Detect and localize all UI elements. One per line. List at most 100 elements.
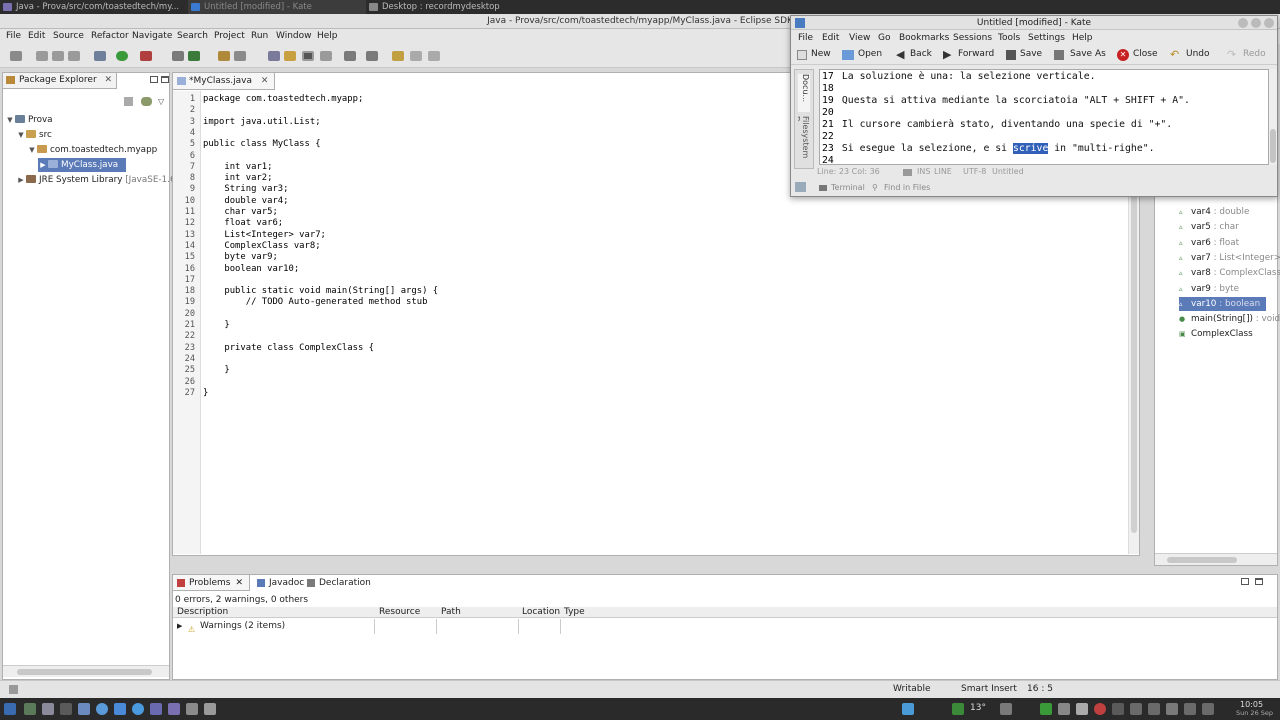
- outline-item[interactable]: ▵ var4 : double: [1179, 205, 1249, 219]
- new-java-project-icon[interactable]: [172, 51, 184, 61]
- horizontal-scrollbar[interactable]: [3, 665, 169, 677]
- minimize-icon[interactable]: [1238, 18, 1248, 28]
- external-tools-icon[interactable]: [140, 51, 152, 61]
- next-annotation-icon[interactable]: [344, 51, 356, 61]
- kate-menu-sessions[interactable]: Sessions: [953, 33, 992, 43]
- menu-window[interactable]: Window: [276, 31, 312, 41]
- annotation-icon[interactable]: [268, 51, 280, 61]
- device-icon[interactable]: [1184, 703, 1196, 715]
- collapsed-icon[interactable]: ▶: [38, 158, 48, 172]
- debug-icon[interactable]: [94, 51, 106, 61]
- task-eclipse[interactable]: Java - Prova/src/com/toastedtech/my...: [0, 0, 188, 14]
- keyboard-icon[interactable]: [1202, 703, 1214, 715]
- updates-icon[interactable]: [1148, 703, 1160, 715]
- tab-myclass-java[interactable]: *MyClass.java ✕: [173, 73, 276, 90]
- eclipse-launcher-icon[interactable]: [168, 703, 180, 715]
- kate-undo-button[interactable]: ↶ Undo: [1170, 48, 1210, 61]
- tree-item-package[interactable]: ▼ com.toastedtech.myapp: [27, 143, 157, 157]
- kate-back-button[interactable]: ◀ Back: [896, 48, 932, 61]
- kate-menu-edit[interactable]: Edit: [822, 33, 839, 43]
- kde-menu-icon[interactable]: [4, 703, 16, 715]
- column-path[interactable]: Path: [441, 607, 461, 617]
- column-type[interactable]: Type: [564, 607, 585, 617]
- maximize-icon[interactable]: [1255, 578, 1263, 585]
- kate-menu-help[interactable]: Help: [1072, 33, 1093, 43]
- menu-file[interactable]: File: [6, 31, 21, 41]
- show-whitespace-icon[interactable]: [320, 51, 332, 61]
- tree-item-myclass[interactable]: ▶ MyClass.java: [38, 158, 127, 172]
- outline-item[interactable]: ▵ var10 : boolean: [1179, 296, 1267, 311]
- menu-navigate[interactable]: Navigate: [132, 31, 172, 41]
- scrollbar-thumb[interactable]: [17, 669, 152, 675]
- tab-javadoc[interactable]: Javadoc: [255, 575, 304, 591]
- toggle-block-selection-icon[interactable]: [302, 51, 314, 61]
- outline-item[interactable]: ▵ var9 : byte: [1179, 282, 1239, 296]
- save-icon[interactable]: [36, 51, 48, 61]
- kate-save-as-button[interactable]: Save As: [1054, 49, 1106, 60]
- kate-menu-view[interactable]: View: [849, 33, 870, 43]
- browser-icon[interactable]: [96, 703, 108, 715]
- maximize-icon[interactable]: [161, 76, 169, 83]
- menu-refactor[interactable]: Refactor: [91, 31, 129, 41]
- new-package-icon[interactable]: [188, 51, 200, 61]
- close-window-icon[interactable]: [1264, 18, 1274, 28]
- problems-row-warnings[interactable]: ▶ ⚠ Warnings (2 items): [173, 619, 1277, 634]
- back-icon[interactable]: [410, 51, 422, 61]
- view-menu-icon[interactable]: ▽: [158, 97, 164, 106]
- scrollbar-thumb[interactable]: [1270, 129, 1276, 163]
- kate-menu-settings[interactable]: Settings: [1028, 33, 1065, 43]
- kate-text-area[interactable]: 17 La soluzione è una: la selezione vert…: [819, 69, 1269, 165]
- system-icon[interactable]: [186, 703, 198, 715]
- settings-icon[interactable]: [114, 703, 126, 715]
- outline-item[interactable]: ▣ ComplexClass: [1179, 327, 1253, 341]
- task-kate[interactable]: Untitled [modified] - Kate: [188, 0, 366, 14]
- close-icon[interactable]: ✕: [105, 75, 113, 85]
- tree-item-jre[interactable]: ▶ JRE System Library [JavaSE-1.6]: [16, 173, 179, 187]
- volume-icon[interactable]: [1000, 703, 1012, 715]
- new-icon[interactable]: [10, 51, 22, 61]
- horizontal-scrollbar[interactable]: [1155, 553, 1277, 565]
- collapsed-icon[interactable]: ▶: [16, 173, 26, 187]
- tools-icon[interactable]: [204, 703, 216, 715]
- tab-terminal[interactable]: Terminal: [819, 183, 865, 192]
- tab-documents[interactable]: Docu...: [798, 74, 810, 112]
- tree-item-src[interactable]: ▼ src: [16, 128, 52, 142]
- notifications-icon[interactable]: [1130, 703, 1142, 715]
- tree-item-project[interactable]: ▼ Prova: [5, 113, 53, 127]
- outline-item[interactable]: ▵ var5 : char: [1179, 220, 1239, 234]
- tab-package-explorer[interactable]: Package Explorer ✕: [3, 73, 118, 89]
- terminal-launcher-icon[interactable]: [42, 703, 54, 715]
- fast-view-icon[interactable]: [9, 685, 18, 694]
- power-icon[interactable]: [1094, 703, 1106, 715]
- menu-search[interactable]: Search: [177, 31, 208, 41]
- file-manager-icon[interactable]: [78, 703, 90, 715]
- kate-menu-bookmarks[interactable]: Bookmarks: [899, 33, 949, 43]
- close-icon[interactable]: ✕: [235, 578, 243, 588]
- menu-project[interactable]: Project: [214, 31, 245, 41]
- tab-problems[interactable]: Problems ✕: [173, 575, 251, 591]
- tab-filesystem-browser[interactable]: Filesystem B...: [798, 116, 810, 168]
- menu-source[interactable]: Source: [53, 31, 84, 41]
- close-icon[interactable]: ✕: [261, 76, 269, 86]
- chat-icon[interactable]: [150, 703, 162, 715]
- previous-annotation-icon[interactable]: [366, 51, 378, 61]
- outline-item[interactable]: ▵ var7 : List<Integer>: [1179, 251, 1280, 265]
- kate-save-button[interactable]: Save: [1006, 49, 1042, 60]
- collapse-all-icon[interactable]: [124, 97, 133, 106]
- open-type-icon[interactable]: [218, 51, 230, 61]
- menu-help[interactable]: Help: [317, 31, 338, 41]
- search-icon[interactable]: [234, 51, 246, 61]
- maximize-icon[interactable]: [1251, 18, 1261, 28]
- expanded-icon[interactable]: ▼: [16, 128, 26, 142]
- save-all-icon[interactable]: [52, 51, 64, 61]
- run-icon[interactable]: [116, 51, 128, 61]
- menu-run[interactable]: Run: [251, 31, 268, 41]
- kate-redo-button[interactable]: ↷ Redo: [1227, 48, 1266, 61]
- task-recordmydesktop[interactable]: Desktop : recordmydesktop: [366, 0, 546, 14]
- column-description[interactable]: Description: [177, 607, 228, 617]
- kate-menu-tools[interactable]: Tools: [998, 33, 1020, 43]
- outline-item[interactable]: ▵ var8 : ComplexClass: [1179, 266, 1280, 280]
- forward-icon[interactable]: [428, 51, 440, 61]
- expanded-icon[interactable]: ▼: [27, 143, 37, 157]
- scrollbar-thumb[interactable]: [1167, 557, 1237, 563]
